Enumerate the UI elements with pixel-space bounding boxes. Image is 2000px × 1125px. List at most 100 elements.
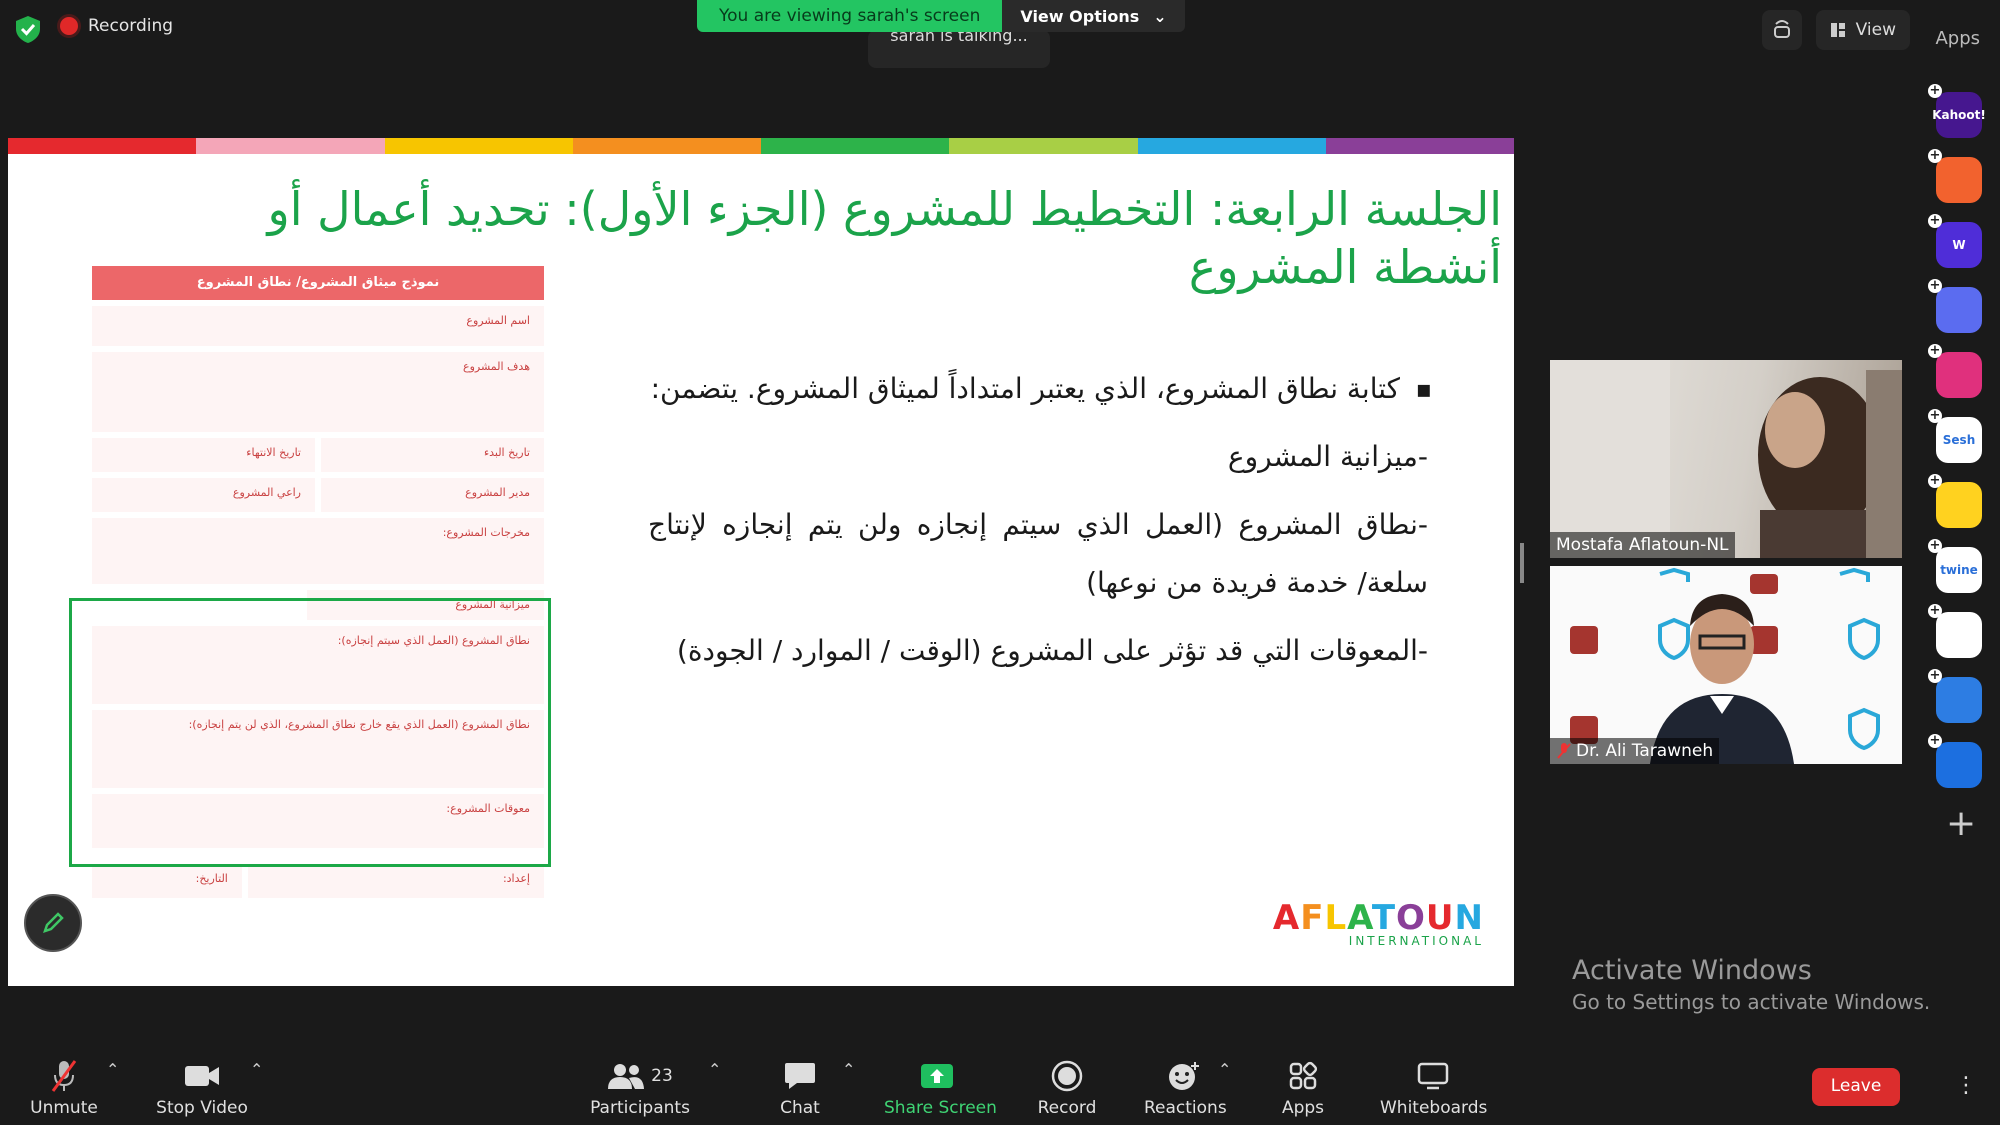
reactions-label: Reactions — [1144, 1098, 1227, 1118]
immersive-view-button[interactable] — [1761, 10, 1802, 50]
meeting-toolbar: Unmute ⌃ Stop Video ⌃ 23 Participants ⌃ … — [0, 1040, 2000, 1125]
participant-name-text: Dr. Ali Tarawneh — [1576, 741, 1714, 761]
participants-button[interactable]: 23 Participants — [590, 1058, 690, 1118]
grid-view-icon — [1830, 23, 1845, 37]
participant-name-text: Mostafa Aflatoun-NL — [1556, 535, 1729, 555]
view-button[interactable]: View — [1815, 10, 1910, 50]
leave-button[interactable]: Leave — [1812, 1068, 1900, 1106]
participant-video — [1570, 567, 1880, 764]
apps-button[interactable]: Apps — [1278, 1058, 1328, 1118]
form-header: نموذج ميثاق المشروع/ نطاق المشروع — [92, 266, 544, 300]
sidebar-app-icon[interactable] — [1928, 734, 1982, 788]
apps-icon — [1289, 1061, 1318, 1090]
immersive-icon — [1773, 20, 1790, 38]
sidebar-app-icon[interactable] — [1928, 279, 1982, 333]
sidebar-app-icon[interactable]: Kahoot! — [1928, 84, 1986, 138]
stripe-segment — [384, 138, 573, 154]
sidebar-app-icon[interactable] — [1928, 604, 1982, 658]
sidebar-app-icon[interactable] — [1928, 474, 1982, 528]
stripe-segment — [1325, 138, 1514, 154]
bullet-main: كتابة نطاق المشروع، الذي يعتبر امتداداً … — [648, 360, 1432, 418]
annotate-button[interactable] — [24, 894, 82, 952]
video-options-caret[interactable]: ⌃ — [250, 1060, 263, 1079]
more-options-icon[interactable]: ⋮ — [1955, 1073, 1977, 1098]
unmute-label: Unmute — [30, 1098, 98, 1118]
share-screen-button[interactable]: Share Screen — [884, 1058, 997, 1118]
whiteboards-label: Whiteboards — [1380, 1098, 1488, 1118]
aflatoun-logo: AFLATOUN INTERNATIONAL — [1273, 898, 1484, 948]
shared-screen: الجلسة الرابعة: التخطيط للمشروع (الجزء ا… — [8, 138, 1514, 986]
stripe-segment — [1137, 138, 1326, 154]
participant-name: Dr. Ali Tarawneh — [1550, 738, 1720, 764]
sidebar-app-icon[interactable] — [1928, 149, 1982, 203]
activate-windows-watermark: Activate Windows Go to Settings to activ… — [1572, 955, 1930, 1014]
sidebar-app-icon[interactable]: Sesh — [1928, 409, 1982, 463]
video-tile-mostafa[interactable]: Mostafa Aflatoun-NL — [1550, 360, 1902, 558]
participant-video — [1550, 360, 1902, 558]
stripe-segment — [196, 138, 385, 154]
participants-options-caret[interactable]: ⌃ — [708, 1060, 721, 1079]
view-options-label: View Options — [1020, 7, 1140, 26]
form-prepared-by: إعداد: — [247, 864, 544, 898]
audio-options-caret[interactable]: ⌃ — [106, 1060, 119, 1079]
bullet-constraints: -المعوقات التي قد تؤثر على المشروع (الوق… — [676, 634, 1428, 667]
security-shield-icon[interactable] — [14, 14, 42, 44]
color-stripe — [8, 138, 1514, 154]
sidebar-app-label: W — [1952, 238, 1966, 252]
recording-label: Recording — [88, 16, 174, 36]
panel-resize-handle[interactable] — [1520, 543, 1524, 583]
apps-label: Apps — [1281, 1098, 1325, 1118]
muted-mic-icon — [51, 1060, 77, 1092]
sidebar-app-icon[interactable] — [1928, 669, 1982, 723]
form-outputs: مخرجات المشروع: — [92, 518, 544, 584]
view-options-button[interactable]: View Options ⌄ — [1002, 0, 1185, 32]
reactions-icon — [1169, 1062, 1199, 1090]
apps-sidebar: Kahoot! W Sesh twine — [1928, 84, 1986, 807]
viewing-screen-label: You are viewing sarah's screen — [697, 0, 1003, 32]
stripe-segment — [572, 138, 761, 154]
stripe-segment — [8, 138, 197, 154]
watermark-title: Activate Windows — [1572, 955, 1812, 986]
sidebar-app-label: Sesh — [1942, 433, 1976, 447]
whiteboards-button[interactable]: Whiteboards — [1380, 1058, 1488, 1118]
stripe-segment — [761, 138, 950, 154]
share-banner: You are viewing sarah's screen View Opti… — [697, 0, 1185, 32]
share-screen-icon — [921, 1064, 953, 1088]
talking-indicator: sarah is talking... — [868, 30, 1050, 68]
sidebar-app-icon[interactable]: W — [1928, 214, 1982, 268]
highlight-box — [69, 598, 551, 867]
video-tile-ali[interactable]: Dr. Ali Tarawneh — [1550, 566, 1902, 764]
talking-text: sarah is talking... — [890, 30, 1028, 45]
form-end-date: تاريخ الانتهاء — [92, 438, 315, 472]
unmute-button[interactable]: Unmute — [28, 1058, 100, 1118]
share-screen-label: Share Screen — [884, 1098, 997, 1118]
reactions-options-caret[interactable]: ⌃ — [1218, 1060, 1231, 1079]
view-label: View — [1855, 20, 1896, 40]
form-manager: مدير المشروع — [321, 478, 544, 512]
chat-button[interactable]: Chat — [770, 1058, 830, 1118]
chat-icon — [785, 1063, 815, 1089]
form-start-date: تاريخ البدء — [321, 438, 544, 472]
participants-label: Participants — [590, 1098, 690, 1118]
reactions-button[interactable]: Reactions — [1144, 1058, 1227, 1118]
video-camera-icon — [185, 1066, 219, 1086]
stripe-segment — [949, 138, 1138, 154]
form-project-name: اسم المشروع — [92, 306, 544, 346]
stop-video-label: Stop Video — [156, 1098, 248, 1118]
recording-indicator[interactable]: Recording — [60, 16, 173, 36]
sidebar-app-label: Kahoot! — [1932, 108, 1986, 122]
participant-name: Mostafa Aflatoun-NL — [1550, 532, 1735, 558]
chat-options-caret[interactable]: ⌃ — [842, 1060, 855, 1079]
bullet-budget: -ميزانية المشروع — [1227, 440, 1428, 473]
chat-label: Chat — [780, 1098, 820, 1118]
add-app-button[interactable]: + — [1946, 806, 1976, 842]
whiteboard-icon — [1417, 1062, 1449, 1090]
sidebar-app-label: twine — [1940, 563, 1978, 577]
record-label: Record — [1037, 1098, 1097, 1118]
record-button[interactable]: Record — [1036, 1058, 1098, 1118]
sidebar-app-icon[interactable]: twine — [1928, 539, 1982, 593]
form-project-goal: هدف المشروع — [92, 352, 544, 432]
sidebar-app-icon[interactable] — [1928, 344, 1982, 398]
participants-icon — [608, 1064, 645, 1089]
stop-video-button[interactable]: Stop Video — [156, 1058, 248, 1118]
